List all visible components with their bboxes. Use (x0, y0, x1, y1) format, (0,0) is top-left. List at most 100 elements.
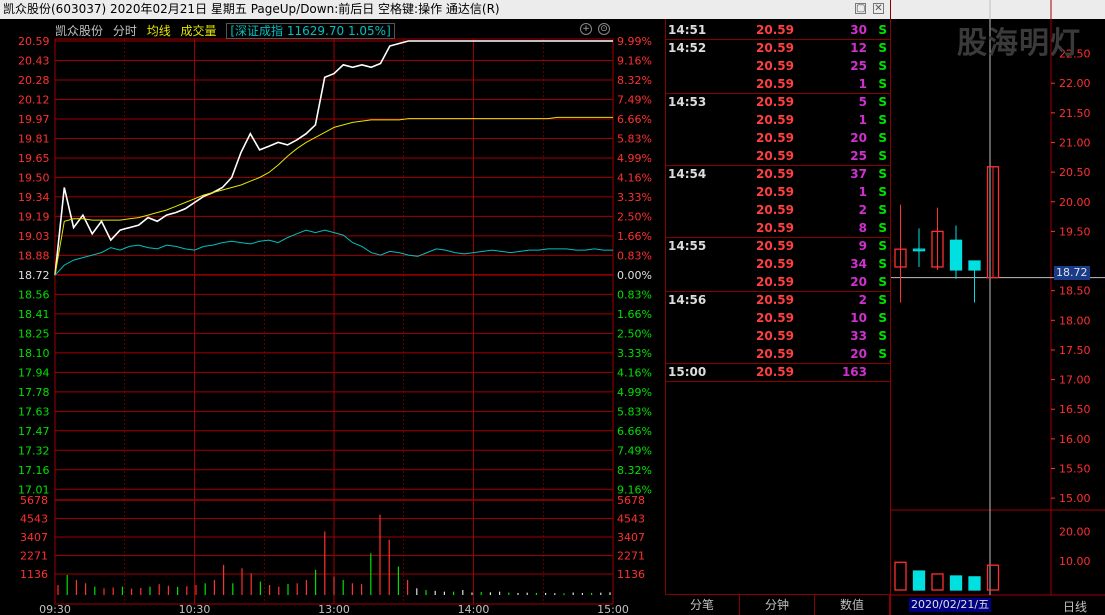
pct-tick-label: 8.32% (617, 464, 652, 477)
tab-values[interactable]: 数值 (815, 595, 890, 615)
pct-tick-label: 6.66% (617, 425, 652, 438)
tick-direction-flag: S (878, 185, 887, 199)
price-tick-label: 20.43 (18, 54, 50, 67)
price-tick-label: 17.47 (18, 425, 50, 438)
current-price-label: 18.72 (1054, 266, 1090, 280)
tick-volume: 1 (858, 77, 867, 91)
price-tick-label: 18.72 (18, 269, 50, 282)
kline-price-label: 16.50 (1059, 403, 1091, 416)
pct-tick-label: 0.00% (617, 269, 652, 282)
tick-row: 14:55 20.59 9 S (666, 237, 891, 255)
time-tick-label: 13:00 (318, 603, 350, 615)
daily-kline-panel[interactable]: 22.50 22.00 21.50 21.00 20.50 20.00 19.50 18.50… (890, 0, 1105, 615)
tick-price: 20.59 (756, 239, 794, 253)
pct-tick-label: 0.83% (617, 249, 652, 262)
volume-tick-label-right: 4543 (617, 513, 645, 526)
tick-price: 20.59 (756, 77, 794, 91)
tick-volume: 2 (858, 293, 867, 307)
restore-icon[interactable]: ▢ (855, 3, 866, 14)
settings-icon[interactable]: ⊙ (598, 23, 610, 35)
kline-price-label: 18.00 (1059, 314, 1091, 327)
add-indicator-icon[interactable]: + (580, 23, 592, 35)
tick-row: 14:51 20.59 30 S (666, 21, 891, 39)
tick-direction-flag: S (878, 113, 887, 127)
tab-minute[interactable]: 分时 (113, 24, 137, 38)
price-tick-label: 18.41 (18, 308, 50, 321)
tick-price: 20.59 (756, 23, 794, 37)
tick-direction-flag: S (878, 41, 887, 55)
pct-tick-label: 6.66% (617, 113, 652, 126)
tick-row: 20.59 20 S (666, 273, 891, 291)
kline-price-label: 20.50 (1059, 166, 1091, 179)
kline-period-label[interactable]: 日线 (1063, 598, 1087, 615)
price-tick-label: 17.78 (18, 386, 50, 399)
tick-volume: 163 (841, 365, 867, 379)
tick-row: 20.59 25 S (666, 57, 891, 75)
tick-price: 20.59 (756, 131, 794, 145)
tick-direction-flag: S (878, 329, 887, 343)
price-tick-label: 19.81 (18, 132, 50, 145)
tick-volume: 8 (858, 221, 867, 235)
price-tick-label: 20.28 (18, 74, 50, 87)
avg-line-label: 均线 (146, 24, 171, 38)
tick-row: 14:52 20.59 12 S (666, 39, 891, 57)
tick-volume: 20 (850, 275, 867, 289)
tick-direction-flag: S (878, 95, 887, 109)
stock-name: 凯众股份 (55, 24, 104, 38)
tick-row: 15:00 20.59 163 (666, 363, 891, 381)
tick-detail-panel[interactable]: 14:51 20.59 30 S 14:52 20.59 12 S 20.59 25 S 20.59 1… (665, 19, 891, 594)
tick-volume: 1 (858, 113, 867, 127)
tick-time: 15:00 (668, 365, 707, 379)
intraday-chart-panel[interactable]: 20.59 9.99% 20.43 9.16% 20.28 8.32% 20.12 7.49%… (0, 19, 665, 615)
kline-chart[interactable]: 22.5022.0021.5021.0020.5020.0019.5018.50… (891, 0, 1105, 615)
tick-price: 20.59 (756, 95, 794, 109)
kline-price-label: 17.50 (1059, 344, 1091, 357)
kline-price-label: 20.00 (1059, 196, 1091, 209)
tick-row: 20.59 34 S (666, 255, 891, 273)
pct-tick-label: 7.49% (617, 93, 652, 106)
tick-row: 20.59 2 S (666, 201, 891, 219)
tick-direction-flag: S (878, 347, 887, 361)
intraday-chart[interactable]: 20.59 9.99% 20.43 9.16% 20.28 8.32% 20.12 7.49%… (0, 19, 665, 615)
kline-price-label: 17.00 (1059, 374, 1091, 387)
pct-tick-label: 0.83% (617, 288, 652, 301)
candle-body (968, 260, 981, 271)
kline-price-label: 15.50 (1059, 463, 1091, 476)
tick-direction-flag: S (878, 275, 887, 289)
tick-price: 20.59 (756, 41, 794, 55)
tick-time: 14:52 (668, 41, 707, 55)
price-tick-label: 17.16 (18, 464, 50, 477)
close-icon[interactable]: ✕ (873, 3, 884, 14)
tick-price: 20.59 (756, 221, 794, 235)
tick-time: 14:53 (668, 95, 707, 109)
tick-volume: 12 (850, 41, 867, 55)
kline-price-label: 19.50 (1059, 225, 1091, 238)
candle-volume-bar (949, 575, 963, 591)
pct-tick-label: 4.16% (617, 171, 652, 184)
candle-body (949, 239, 963, 271)
tick-row: 20.59 1 S (666, 111, 891, 129)
tick-volume: 30 (850, 23, 867, 37)
pct-tick-label: 9.99% (617, 35, 652, 48)
price-tick-label: 18.56 (18, 288, 50, 301)
price-tick-label: 19.03 (18, 230, 50, 243)
tick-volume: 33 (850, 329, 867, 343)
time-tick-label: 09:30 (39, 603, 71, 615)
price-tick-label: 18.10 (18, 347, 50, 360)
tab-minutes[interactable]: 分钟 (740, 595, 815, 615)
tab-ticks[interactable]: 分笔 (665, 595, 740, 615)
tick-price: 20.59 (756, 113, 794, 127)
candle-volume-bar (912, 570, 926, 591)
price-tick-label: 17.63 (18, 405, 50, 418)
chart-header: 凯众股份 分时 均线 成交量 [深证成指 11629.70 1.05%] (55, 22, 401, 39)
kline-date-label: 2020/02/21/五 (909, 598, 992, 612)
price-tick-label: 18.25 (18, 327, 50, 340)
tick-direction-flag: S (878, 221, 887, 235)
volume-tick-label-right: 1136 (617, 568, 645, 581)
volume-tick-label: 4543 (20, 513, 48, 526)
tick-price: 20.59 (756, 275, 794, 289)
pct-tick-label: 1.66% (617, 230, 652, 243)
price-tick-label: 19.19 (18, 210, 50, 223)
kline-price-label: 16.00 (1059, 433, 1091, 446)
kline-price-label: 18.50 (1059, 285, 1091, 298)
